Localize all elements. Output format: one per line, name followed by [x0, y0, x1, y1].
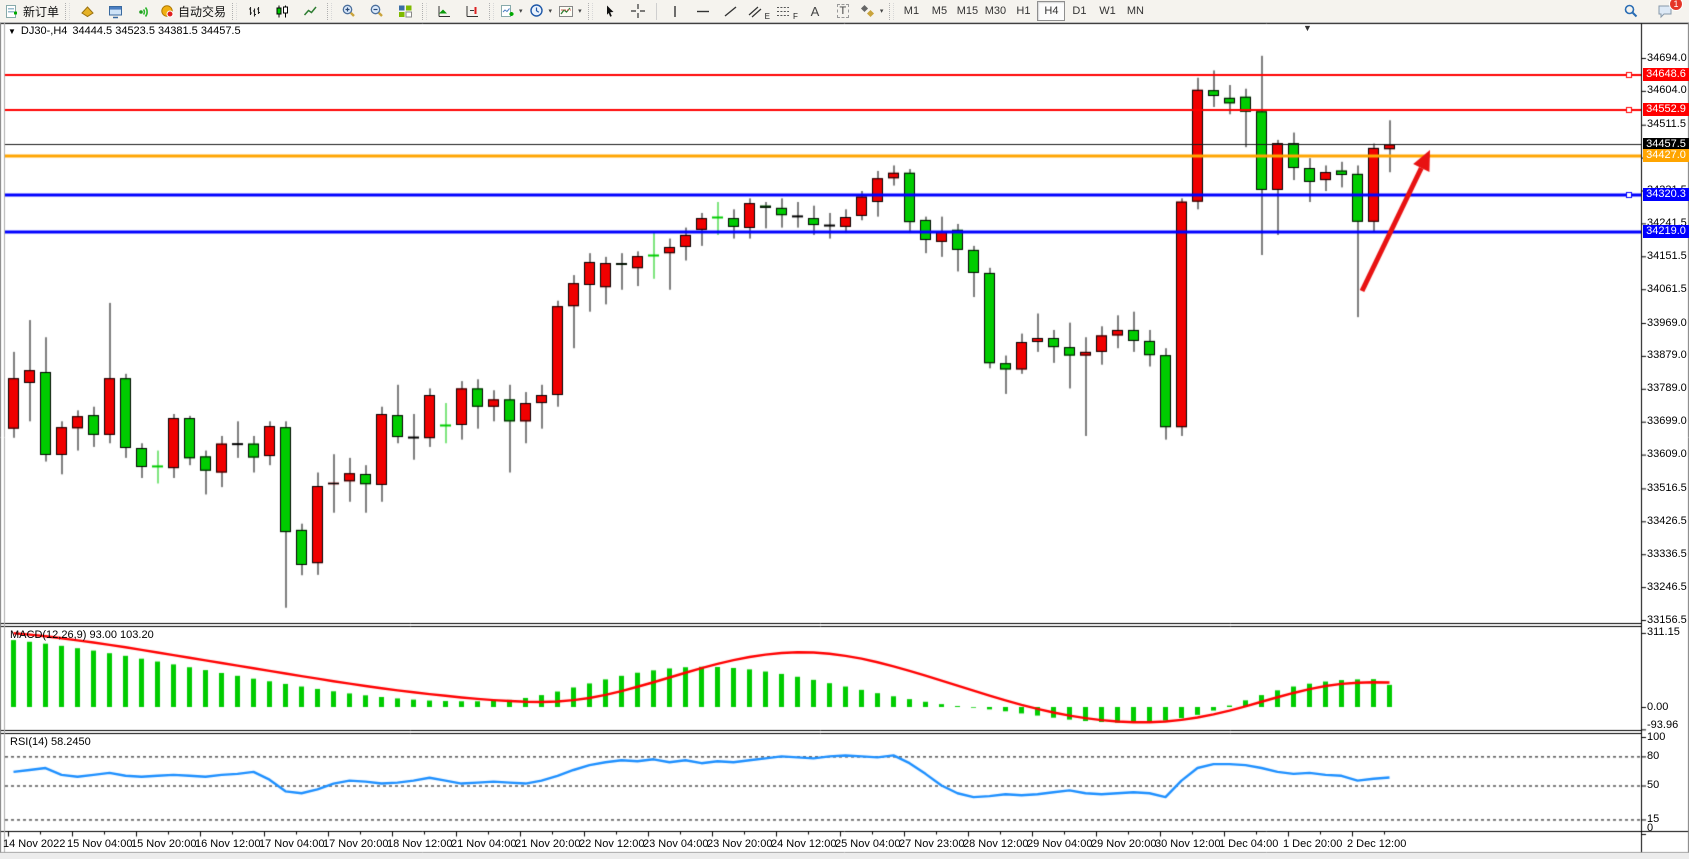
vertical-line-icon — [668, 4, 682, 19]
zoom-out-button[interactable] — [363, 0, 391, 22]
channel-tool-button[interactable]: E — [745, 0, 773, 22]
main-chart-canvas[interactable] — [0, 0, 1689, 859]
tile-windows-icon — [398, 4, 413, 19]
toolbar-grip — [327, 3, 332, 20]
timeframe-button-d1[interactable]: D1 — [1065, 1, 1093, 21]
timeframe-button-m30[interactable]: M30 — [981, 1, 1009, 21]
auto-scroll-button[interactable] — [430, 0, 458, 22]
mt4-window: 新订单 自动交易 ▾ ▾ ▾ E F A T ▾ — [0, 0, 1689, 859]
fibonacci-tool-button[interactable]: F — [773, 0, 801, 22]
timeframe-button-w1[interactable]: W1 — [1093, 1, 1121, 21]
chart-title: ▼ DJ30-,H4 34444.5 34523.5 34381.5 34457… — [8, 25, 241, 37]
notifications-button[interactable]: 1 — [1651, 0, 1679, 22]
hline-tool-button[interactable] — [689, 0, 717, 22]
toolbar-grip — [422, 3, 427, 20]
signal-icon — [136, 4, 151, 19]
zoom-in-icon — [341, 3, 357, 19]
metaeditor-icon — [80, 4, 95, 19]
search-button[interactable] — [1617, 0, 1645, 22]
status-strip — [0, 853, 1689, 859]
chart-shift-button[interactable] — [458, 0, 486, 22]
terminal-icon — [108, 4, 123, 19]
toolbar-separator — [656, 3, 657, 20]
cursor-tool-button[interactable] — [596, 0, 624, 22]
auto-trading-button[interactable]: 自动交易 — [157, 0, 229, 22]
tile-windows-button[interactable] — [391, 0, 419, 22]
dropdown-arrow-icon: ▾ — [519, 7, 523, 15]
timeframe-button-m5[interactable]: M5 — [925, 1, 953, 21]
dropdown-arrow-icon: ▾ — [549, 7, 553, 15]
template-icon — [558, 4, 574, 19]
cursor-icon — [603, 4, 617, 19]
line-chart-icon — [303, 4, 318, 19]
label-tool-icon: T — [837, 4, 850, 18]
bar-chart-button[interactable] — [240, 0, 268, 22]
zoom-in-button[interactable] — [335, 0, 363, 22]
new-chart-icon — [500, 4, 515, 19]
text-tool-icon: A — [811, 4, 820, 19]
arrows-shapes-icon — [860, 4, 876, 19]
timeframe-group: M1 M5 M15 M30 H1 H4 D1 W1 MN — [897, 1, 1149, 21]
equidistant-channel-icon — [748, 5, 762, 18]
new-chart-button[interactable]: ▾ — [497, 0, 526, 22]
chart-shift-marker[interactable]: ▼ — [1303, 23, 1312, 33]
signals-button[interactable] — [129, 0, 157, 22]
timeframe-button-h4[interactable]: H4 — [1037, 1, 1065, 21]
auto-trading-icon — [160, 4, 175, 19]
bar-chart-icon — [247, 4, 262, 19]
timeframe-button-m1[interactable]: M1 — [897, 1, 925, 21]
horizontal-line-icon — [695, 4, 711, 19]
auto-trading-label: 自动交易 — [178, 3, 226, 20]
channel-subscript: E — [765, 12, 770, 21]
new-order-icon — [5, 4, 20, 19]
toolbar-grip — [65, 3, 70, 20]
new-order-label: 新订单 — [23, 3, 59, 20]
chart-symbol-period: DJ30-,H4 — [21, 25, 67, 37]
trendline-tool-button[interactable] — [717, 0, 745, 22]
trendline-icon — [723, 4, 739, 19]
notification-count-badge: 1 — [1669, 0, 1683, 11]
vline-tool-button[interactable] — [661, 0, 689, 22]
arrows-tool-button[interactable]: ▾ — [857, 0, 887, 22]
collapse-triangle-icon[interactable]: ▼ — [8, 27, 16, 36]
auto-scroll-icon — [437, 4, 452, 19]
toolbar-grip — [489, 3, 494, 20]
fibonacci-icon — [776, 5, 790, 18]
new-order-button[interactable]: 新订单 — [2, 0, 62, 22]
candlestick-chart-icon — [275, 4, 290, 19]
metaeditor-button[interactable] — [73, 0, 101, 22]
toolbar: 新订单 自动交易 ▾ ▾ ▾ E F A T ▾ — [0, 0, 1689, 23]
crosshair-icon — [630, 3, 646, 19]
label-tool-button[interactable]: T — [829, 0, 857, 22]
crosshair-tool-button[interactable] — [624, 0, 652, 22]
toolbar-grip — [588, 3, 593, 20]
timeframe-button-m15[interactable]: M15 — [953, 1, 981, 21]
search-icon — [1623, 3, 1639, 19]
dropdown-arrow-icon: ▾ — [578, 7, 582, 15]
chart-shift-icon — [465, 4, 480, 19]
zoom-out-icon — [369, 3, 385, 19]
toolbar-grip — [889, 3, 894, 20]
text-tool-button[interactable]: A — [801, 0, 829, 22]
dropdown-arrow-icon: ▾ — [880, 7, 884, 15]
clock-icon — [529, 3, 545, 19]
candlestick-chart-button[interactable] — [268, 0, 296, 22]
line-chart-button[interactable] — [296, 0, 324, 22]
chart-ohlc-values: 34444.5 34523.5 34381.5 34457.5 — [72, 25, 240, 37]
timeframe-button-h1[interactable]: H1 — [1009, 1, 1037, 21]
profiles-button[interactable]: ▾ — [526, 0, 556, 22]
toolbar-grip — [232, 3, 237, 20]
terminal-button[interactable] — [101, 0, 129, 22]
timeframe-button-mn[interactable]: MN — [1121, 1, 1149, 21]
templates-button[interactable]: ▾ — [555, 0, 585, 22]
fibonacci-subscript: F — [793, 12, 798, 21]
